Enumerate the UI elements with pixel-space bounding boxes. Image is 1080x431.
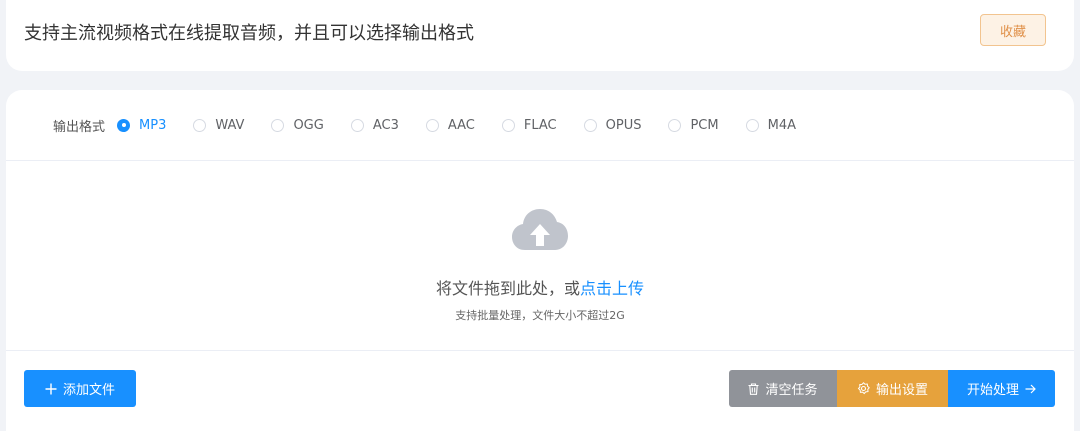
format-option-label: PCM — [690, 117, 719, 133]
upload-prompt-text: 将文件拖到此处，或 — [435, 279, 580, 298]
arrow-right-icon — [1025, 384, 1036, 394]
header-card: 支持主流视频格式在线提取音频，并且可以选择输出格式 收藏 — [6, 0, 1074, 71]
cloud-upload-icon — [512, 209, 568, 250]
output-settings-label: 输出设置 — [875, 383, 928, 398]
upload-prompt: 将文件拖到此处，或点击上传 — [6, 275, 1074, 299]
format-option-label: M4A — [767, 117, 796, 133]
start-processing-button[interactable]: 开始处理 — [948, 370, 1055, 407]
favorite-button[interactable]: 收藏 — [980, 14, 1046, 46]
plus-icon — [45, 383, 57, 395]
start-processing-label: 开始处理 — [966, 383, 1019, 398]
format-option-pcm[interactable]: PCM — [668, 117, 719, 133]
page-title: 支持主流视频格式在线提取音频，并且可以选择输出格式 — [24, 23, 474, 44]
format-option-label: OGG — [293, 117, 324, 133]
format-option-label: MP3 — [139, 117, 167, 133]
format-option-label: OPUS — [605, 117, 642, 133]
format-option-label: FLAC — [523, 117, 557, 133]
format-option-m4a[interactable]: M4A — [745, 117, 796, 133]
clear-tasks-button[interactable]: 清空任务 — [729, 370, 837, 407]
format-option-ogg[interactable]: OGG — [271, 117, 324, 133]
format-option-wav[interactable]: WAV — [193, 118, 244, 133]
upload-hint: 支持批量处理，文件大小不超过2G — [455, 309, 625, 322]
add-file-button[interactable]: 添加文件 — [24, 370, 136, 407]
format-option-mp3[interactable]: MP3 — [117, 118, 166, 133]
radio-icon — [425, 118, 439, 132]
format-option-opus[interactable]: OPUS — [583, 117, 642, 133]
format-option-label: AC3 — [372, 117, 399, 133]
format-label: 输出格式 — [53, 119, 106, 135]
radio-icon — [583, 118, 597, 132]
radio-icon — [271, 118, 285, 132]
converter-card: 输出格式 MP3 WAV OGG AC3 AAC FLAC OPUS PCM M… — [6, 90, 1074, 431]
click-upload-link[interactable]: 点击上传 — [580, 279, 644, 298]
trash-icon — [748, 382, 759, 395]
format-option-label: AAC — [447, 117, 475, 133]
clear-tasks-label: 清空任务 — [765, 383, 818, 398]
format-option-flac[interactable]: FLAC — [501, 117, 557, 133]
output-settings-button[interactable]: 输出设置 — [837, 370, 948, 407]
radio-icon — [193, 118, 207, 132]
format-option-ac3[interactable]: AC3 — [350, 117, 399, 133]
radio-checked-icon — [117, 118, 131, 132]
format-selector: 输出格式 MP3 WAV OGG AC3 AAC FLAC OPUS PCM M… — [6, 90, 1074, 161]
format-option-aac[interactable]: AAC — [425, 117, 475, 133]
radio-icon — [350, 118, 364, 132]
format-option-label: WAV — [215, 117, 245, 133]
radio-icon — [501, 118, 515, 132]
add-file-label: 添加文件 — [62, 383, 115, 398]
radio-icon — [745, 118, 759, 132]
gear-icon — [857, 382, 870, 395]
radio-icon — [668, 118, 682, 132]
